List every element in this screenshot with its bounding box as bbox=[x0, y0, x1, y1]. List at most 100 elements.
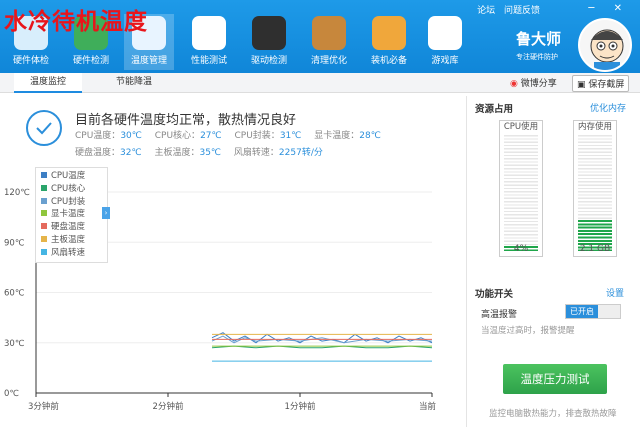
optimize-memory-link[interactable]: 优化内存 bbox=[590, 101, 626, 114]
stress-test-desc: 监控电脑散热能力，排查散热故障 bbox=[489, 409, 617, 419]
nav-item-3[interactable]: 性能测试 bbox=[184, 14, 234, 70]
legend-swatch bbox=[41, 210, 47, 217]
fan-speed-value: 2257转/分 bbox=[278, 148, 323, 158]
memory-usage-gauge: 内存使用 bbox=[573, 120, 617, 257]
legend-item[interactable]: 主板温度 bbox=[36, 234, 107, 247]
x-tick-label: 2分钟前 bbox=[153, 401, 184, 412]
board-temp-value: 35℃ bbox=[199, 148, 222, 158]
forum-link[interactable]: 论坛 bbox=[477, 6, 495, 16]
box-icon bbox=[372, 16, 406, 50]
disk-temp-value: 32℃ bbox=[120, 148, 142, 158]
tab-temperature-monitor[interactable]: 温度监控 bbox=[14, 73, 82, 93]
disk-temp-label: 硬盘温度： bbox=[75, 148, 121, 158]
cpu-package-value: 31℃ bbox=[279, 131, 302, 141]
high-temp-alarm-desc: 当温度过高时，报警提醒 bbox=[481, 326, 575, 336]
legend-swatch bbox=[41, 184, 47, 191]
legend-item[interactable]: CPU封装 bbox=[36, 196, 107, 209]
legend-label: CPU温度 bbox=[51, 171, 86, 181]
memory-usage-label: 内存使用 bbox=[577, 122, 612, 132]
y-tick-label: 60℃ bbox=[4, 289, 25, 299]
overlay-title: 水冷待机温度 bbox=[4, 8, 148, 35]
nav-item-label: 温度管理 bbox=[130, 56, 167, 66]
resource-title: 资源占用 bbox=[475, 104, 514, 115]
right-panel: 资源占用 优化内存 CPU使用 4% 内存使用 2.1 GB 功能开关 设置 高… bbox=[466, 96, 640, 427]
weibo-share-label: 微博分享 bbox=[520, 79, 557, 89]
high-temp-alarm-toggle[interactable]: 已开启 bbox=[565, 304, 621, 319]
legend-label: CPU核心 bbox=[51, 183, 86, 194]
mascot-avatar[interactable] bbox=[578, 18, 632, 72]
legend-label: 显卡温度 bbox=[51, 209, 86, 220]
cpu-temp-value: 30℃ bbox=[120, 131, 142, 141]
nav-item-label: 性能测试 bbox=[190, 56, 227, 66]
x-tick-label: 1分钟前 bbox=[285, 401, 316, 412]
y-tick-label: 30℃ bbox=[4, 339, 25, 349]
nav-item-label: 硬件检测 bbox=[72, 56, 109, 66]
legend-swatch bbox=[41, 248, 47, 255]
gpu-temp-value: 28℃ bbox=[359, 131, 381, 141]
weibo-share-button[interactable]: ◉ 微博分享 bbox=[510, 76, 557, 89]
legend-collapse-icon[interactable]: › bbox=[102, 207, 110, 219]
legend-label: 风扇转速 bbox=[51, 247, 86, 258]
legend-swatch bbox=[41, 172, 47, 178]
legend-swatch bbox=[41, 235, 47, 242]
settings-link[interactable]: 设置 bbox=[606, 286, 624, 299]
gamepad-icon bbox=[428, 16, 462, 50]
cpu-package-label: CPU封装： bbox=[234, 131, 280, 141]
top-links: 论坛 问题反馈 bbox=[471, 3, 540, 16]
legend-item[interactable]: 硬盘温度 bbox=[36, 221, 107, 234]
cpu-core-label: CPU核心： bbox=[154, 131, 201, 141]
save-screenshot-label: 保存截屏 bbox=[588, 80, 625, 90]
brand-slogan: 专注硬件防护 bbox=[516, 53, 558, 61]
brand: 鲁大师 专注硬件防护 bbox=[516, 28, 561, 62]
nav-item-label: 游戏库 bbox=[431, 56, 459, 66]
stress-test-button[interactable]: 温度压力测试 bbox=[503, 364, 607, 394]
legend-item[interactable]: 风扇转速 bbox=[36, 247, 107, 260]
legend-label: CPU封装 bbox=[51, 196, 86, 207]
cpu-usage-track bbox=[504, 133, 538, 251]
nav-item-7[interactable]: 游戏库 bbox=[420, 14, 470, 70]
broom-icon bbox=[312, 16, 346, 50]
temp-readings-row-2: 硬盘温度：32℃ 主板温度：35℃ 风扇转速：2257转/分 bbox=[75, 145, 333, 158]
window-controls[interactable]: ─ ✕ bbox=[588, 3, 630, 14]
cpu-usage-label: CPU使用 bbox=[503, 122, 539, 132]
tab-bar: 温度监控 节能降温 ◉ 微博分享 ▣ 保存截屏 bbox=[0, 73, 640, 93]
tab-energy-saving[interactable]: 节能降温 bbox=[100, 73, 168, 93]
cpu-temp-label: CPU温度： bbox=[75, 131, 121, 141]
cpu-usage-value: 4% bbox=[513, 244, 529, 254]
weibo-icon: ◉ bbox=[510, 79, 518, 89]
save-screenshot-button[interactable]: ▣ 保存截屏 bbox=[572, 75, 630, 92]
chart-legend: CPU温度 CPU核心 CPU封装显卡温度 硬盘温度 主板温度 风扇转速 bbox=[35, 167, 108, 263]
fan-speed-label: 风扇转速： bbox=[233, 148, 279, 158]
check-icon bbox=[26, 110, 62, 146]
x-tick-label: 3分钟前 bbox=[28, 401, 59, 412]
legend-item[interactable]: CPU温度 bbox=[36, 170, 107, 183]
feedback-link[interactable]: 问题反馈 bbox=[504, 6, 540, 16]
y-tick-label: 90℃ bbox=[4, 238, 25, 248]
legend-item[interactable]: 显卡温度 bbox=[36, 208, 107, 221]
gpu-temp-label: 显卡温度： bbox=[314, 131, 360, 141]
cpu-core-value: 27℃ bbox=[200, 131, 222, 141]
nav-item-label: 驱动检测 bbox=[250, 56, 287, 66]
x-tick-label: 当前 bbox=[419, 401, 437, 412]
nav-item-6[interactable]: 装机必备 bbox=[364, 14, 414, 70]
toggle-on-state: 已开启 bbox=[566, 305, 598, 318]
legend-item[interactable]: CPU核心 bbox=[36, 183, 107, 196]
y-tick-label: 0℃ bbox=[4, 389, 19, 399]
cpu-usage-gauge: CPU使用 bbox=[499, 120, 543, 257]
high-temp-alarm-label: 高温报警 bbox=[481, 310, 518, 320]
board-temp-label: 主板温度： bbox=[154, 148, 200, 158]
nav-item-5[interactable]: 清理优化 bbox=[304, 14, 354, 70]
legend-swatch bbox=[41, 197, 47, 204]
legend-swatch bbox=[41, 223, 47, 230]
nav-item-4[interactable]: 驱动检测 bbox=[244, 14, 294, 70]
memory-usage-track bbox=[578, 133, 612, 251]
function-switch-title: 功能开关 bbox=[475, 289, 514, 300]
gear-icon bbox=[252, 16, 286, 50]
gauge-icon bbox=[192, 16, 226, 50]
nav-item-label: 清理优化 bbox=[310, 56, 347, 66]
temp-readings-row-1: CPU温度：30℃ CPU核心：27℃ CPU封装：31℃ 显卡温度：28℃ bbox=[75, 128, 391, 141]
brand-name: 鲁大师 bbox=[516, 30, 562, 48]
nav-item-label: 装机必备 bbox=[370, 56, 407, 66]
nav-item-label: 硬件体检 bbox=[12, 56, 49, 66]
camera-icon: ▣ bbox=[577, 80, 586, 90]
